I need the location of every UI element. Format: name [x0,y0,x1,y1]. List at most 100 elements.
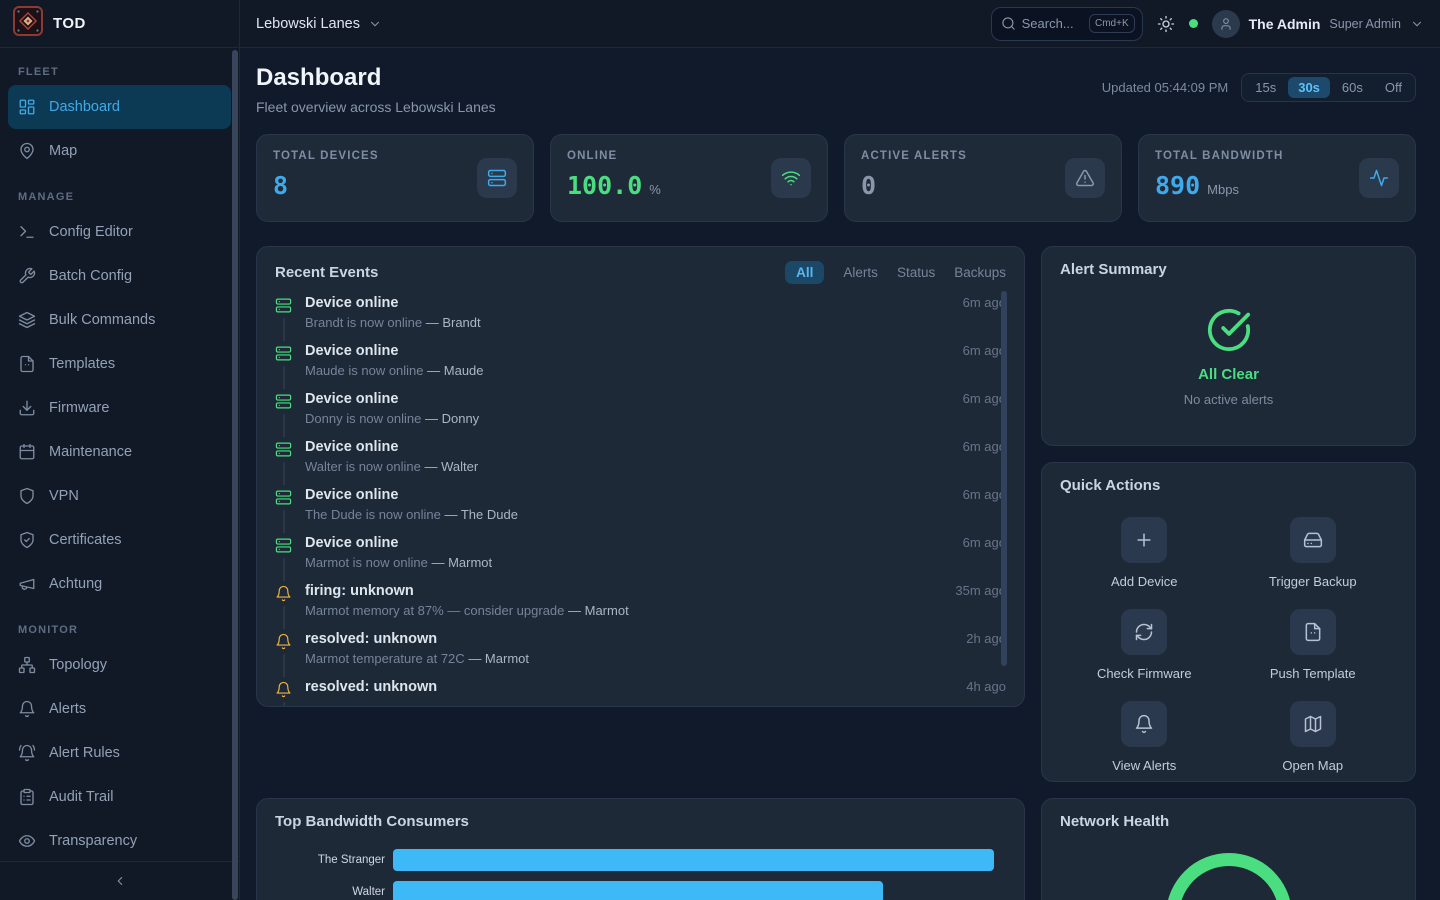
event-title: Device online [305,535,398,551]
sidebar-item-label: Topology [49,657,107,673]
tab-all[interactable]: All [785,261,824,284]
right-column: Alert Summary All Clear No active alerts… [1041,246,1416,900]
sidebar-item-label: VPN [49,488,79,504]
bell-icon [275,677,292,702]
event-title: Device online [305,391,398,407]
theme-toggle-button[interactable] [1157,15,1175,33]
sidebar-item-vpn[interactable]: VPN [8,474,231,518]
megaphone-icon [18,575,36,593]
sidebar-item-label: Audit Trail [49,789,113,805]
sidebar-item-bulk-commands[interactable]: Bulk Commands [8,298,231,342]
event-detail: The Dude is now online — The Dude [305,507,1006,522]
stat-unit: Mbps [1207,182,1239,197]
sidebar-item-maintenance[interactable]: Maintenance [8,430,231,474]
recent-events-panel: Recent Events All Alerts Status Backups [256,246,1025,707]
event-time: 4h ago [966,679,1006,694]
sidebar-item-config-editor[interactable]: Config Editor [8,210,231,254]
event-detail: Marmot memory at 87% — consider upgrade … [305,603,1006,618]
topbar: Lebowski Lanes Cmd+K The Admin Super Adm… [240,0,1440,48]
sidebar-item-templates[interactable]: Templates [8,342,231,386]
list-item[interactable]: Device online6m ago Marmot is now online… [275,533,1006,581]
list-item[interactable]: resolved: unknown4h ago [275,677,1006,707]
refresh-option-60s[interactable]: 60s [1332,77,1373,98]
sidebar-collapse-button[interactable] [0,861,239,900]
tab-status[interactable]: Status [897,265,935,280]
sidebar-item-label: Dashboard [49,99,120,115]
stat-value: 8 [273,171,288,200]
search-icon [1001,16,1016,31]
sidebar-item-achtung[interactable]: Achtung [8,562,231,606]
search-shortcut-badge: Cmd+K [1089,14,1135,33]
topbar-right: Cmd+K The Admin Super Admin [991,7,1424,41]
sidebar-item-alerts[interactable]: Alerts [8,687,231,731]
bell-icon [1121,701,1167,747]
panel-title: Alert Summary [1060,261,1167,278]
list-item[interactable]: firing: unknown35m ago Marmot memory at … [275,581,1006,629]
fleet-selector[interactable]: Lebowski Lanes [256,16,382,32]
tab-backups[interactable]: Backups [954,265,1006,280]
list-item[interactable]: Device online6m ago The Dude is now onli… [275,485,1006,533]
push-template-button[interactable]: Push Template [1229,609,1398,681]
sidebar-item-topology[interactable]: Topology [8,643,231,687]
bandwidth-bar [393,849,994,871]
stat-label: TOTAL BANDWIDTH [1155,150,1283,162]
list-item[interactable]: resolved: unknown2h ago Marmot temperatu… [275,629,1006,677]
quick-actions-panel: Quick Actions Add Device Trigger Backup [1041,462,1416,782]
stat-card-total-bandwidth: TOTAL BANDWIDTH 890Mbps [1138,134,1416,222]
sidebar-item-audit-trail[interactable]: Audit Trail [8,775,231,819]
open-map-button[interactable]: Open Map [1229,701,1398,773]
event-filter-tabs: All Alerts Status Backups [785,261,1006,284]
map-icon [1290,701,1336,747]
view-alerts-button[interactable]: View Alerts [1060,701,1229,773]
event-title: Device online [305,343,398,359]
server-icon [275,485,292,510]
refresh-icon [1121,609,1167,655]
refresh-option-15s[interactable]: 15s [1245,77,1286,98]
event-detail: Walter is now online — Walter [305,459,1006,474]
event-time: 6m ago [963,295,1006,310]
search-box[interactable]: Cmd+K [991,7,1143,41]
event-title: Device online [305,439,398,455]
chevron-left-icon [113,874,127,888]
sidebar-item-firmware[interactable]: Firmware [8,386,231,430]
tab-alerts[interactable]: Alerts [843,265,878,280]
sidebar-item-dashboard[interactable]: Dashboard [8,85,231,129]
wifi-icon [771,158,811,198]
check-firmware-button[interactable]: Check Firmware [1060,609,1229,681]
sidebar-item-alert-rules[interactable]: Alert Rules [8,731,231,775]
user-menu[interactable]: The Admin Super Admin [1212,10,1424,38]
sidebar-item-map[interactable]: Map [8,129,231,173]
list-item[interactable]: Device online6m ago Donny is now online … [275,389,1006,437]
trigger-backup-button[interactable]: Trigger Backup [1229,517,1398,589]
app-name: TOD [53,15,86,32]
map-pin-icon [18,142,36,160]
refresh-option-30s[interactable]: 30s [1288,77,1330,98]
event-time: 35m ago [955,583,1006,598]
bar-row: Walter [275,876,1006,900]
network-health-panel: Network Health 100 [1041,798,1416,900]
refresh-option-off[interactable]: Off [1375,77,1412,98]
sidebar-item-transparency[interactable]: Transparency [8,819,231,861]
list-item[interactable]: Device online6m ago Maude is now online … [275,341,1006,389]
sidebar-item-certificates[interactable]: Certificates [8,518,231,562]
event-time: 6m ago [963,535,1006,550]
sidebar-scrollbar[interactable] [232,50,238,900]
search-input[interactable] [1022,16,1083,31]
list-item[interactable]: Device online6m ago Brandt is now online… [275,293,1006,341]
check-circle-icon [1206,307,1252,353]
add-device-button[interactable]: Add Device [1060,517,1229,589]
dashboard-icon [18,98,36,116]
last-updated-text: Updated 05:44:09 PM [1102,80,1228,95]
page-header: Dashboard Fleet overview across Lebowski… [256,64,1416,115]
panel-title: Recent Events [275,264,378,281]
bar-label: Walter [275,886,385,898]
sidebar-item-batch-config[interactable]: Batch Config [8,254,231,298]
app-logo-icon [13,6,43,41]
list-item[interactable]: Device online 6m ago Walter is now online… [275,437,1006,485]
stat-label: ACTIVE ALERTS [861,150,967,162]
events-scrollbar[interactable] [1001,291,1007,666]
server-icon [275,293,292,318]
bandwidth-chart: The Stranger Walter [275,844,1006,900]
bar-row: The Stranger [275,844,1006,876]
event-time: 6m ago [963,439,1006,454]
